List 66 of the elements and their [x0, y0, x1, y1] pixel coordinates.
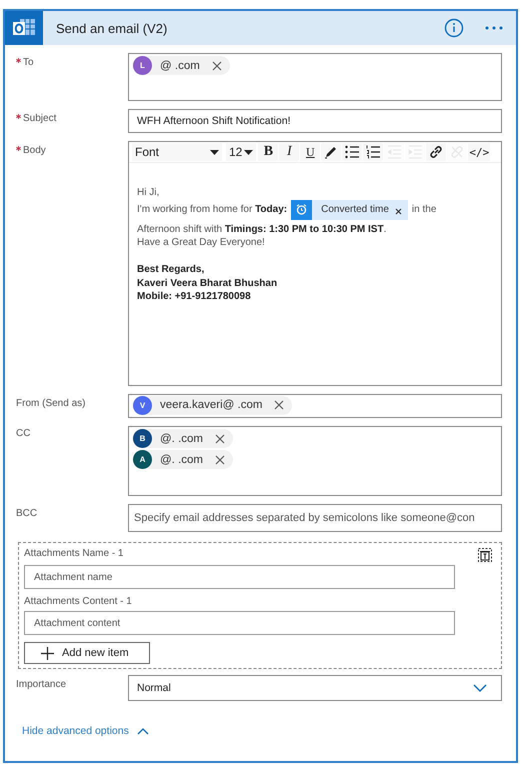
- mail-app-icon: [12, 18, 36, 38]
- avatar: V: [133, 396, 152, 414]
- bold-button[interactable]: B: [258, 143, 278, 161]
- chevron-up-icon: [136, 728, 149, 734]
- to-field[interactable]: L @ .com: [128, 53, 502, 101]
- field-label: BCC: [16, 508, 38, 519]
- cc-field[interactable]: B @. .com A @. .com: [128, 426, 502, 496]
- add-item-button[interactable]: Add new item: [24, 642, 150, 664]
- avatar: B: [133, 429, 152, 448]
- plus-icon: [41, 646, 54, 660]
- recipient-chip[interactable]: A @. .com: [133, 450, 233, 469]
- caret-icon: [210, 150, 219, 154]
- recipient-chip[interactable]: B @. .com: [133, 429, 233, 448]
- from-field[interactable]: V veera.kaveri@ .com: [128, 394, 502, 418]
- field-label: From (Send as): [16, 398, 86, 409]
- body-text-line: Hi Ji,: [137, 186, 160, 200]
- email-address: @. .com: [159, 432, 204, 444]
- body-editor[interactable]: [128, 141, 502, 386]
- caret-icon: [244, 150, 254, 154]
- body-text-line: Have a Great Day Everyone!: [137, 236, 266, 250]
- body-text-line: Kaveri Veera Bharat Bhushan: [137, 276, 278, 290]
- close-icon: [212, 60, 222, 70]
- info-icon[interactable]: [444, 18, 464, 38]
- alarm-clock-icon: [296, 204, 308, 215]
- chevron-down-icon: [473, 684, 487, 692]
- body-text-line: Best Regards,: [137, 263, 206, 276]
- body-text-line: Mobile: +91-9121780098: [137, 290, 252, 304]
- close-icon: [215, 454, 225, 464]
- underline-button[interactable]: U: [300, 143, 320, 161]
- attachment-content-field[interactable]: Attachment content: [24, 611, 455, 635]
- advanced-options-link[interactable]: Hide advanced options: [22, 725, 502, 737]
- italic-button[interactable]: I: [279, 143, 300, 161]
- importance-dropdown[interactable]: Normal: [128, 675, 502, 701]
- field-label: Body: [23, 145, 46, 156]
- field-label: Attachments Name - 1: [24, 548, 124, 559]
- avatar: A: [133, 450, 152, 469]
- card-title: Send an email (V2): [55, 20, 168, 36]
- recipient-chip[interactable]: V veera.kaveri@ .com: [133, 396, 292, 414]
- dynamic-content-token[interactable]: Converted time: [291, 200, 408, 220]
- delete-icon[interactable]: [478, 548, 492, 562]
- subject-field[interactable]: WFH Afternoon Shift Notification!: [128, 109, 502, 133]
- field-label: Attachments Content - 1: [24, 596, 133, 608]
- close-icon: [394, 208, 402, 215]
- body-text-line: Afternoon shift with Timings: 1:30 PM to 10:30 PM IST.: [137, 222, 388, 236]
- body-text: I'm working from home for Today:: [137, 202, 288, 216]
- recipient-chip[interactable]: L @ .com: [133, 56, 230, 75]
- font-dropdown[interactable]: Font: [132, 143, 222, 161]
- field-label: To: [23, 57, 34, 68]
- field-label: Subject: [23, 113, 56, 124]
- body-text: in the: [412, 202, 436, 216]
- attachment-name-field[interactable]: Attachment name: [24, 565, 455, 589]
- email-address: veera.kaveri@ .com: [159, 399, 264, 411]
- bcc-field[interactable]: Specify email addresses separated by semicolons like someone@con: [128, 504, 502, 532]
- field-label: Importance: [16, 679, 66, 690]
- email-address: @ .com: [159, 60, 201, 72]
- size-dropdown[interactable]: 12: [226, 143, 256, 161]
- numbered-list-icon[interactable]: [365, 144, 382, 160]
- email-address: @. .com: [159, 454, 204, 466]
- code-button[interactable]: </>: [468, 143, 490, 161]
- more-icon[interactable]: [484, 25, 504, 31]
- field-label: CC: [16, 428, 30, 439]
- avatar: L: [133, 56, 152, 75]
- close-icon: [215, 434, 225, 444]
- link-icon[interactable]: [428, 144, 444, 160]
- bullet-list-icon[interactable]: [344, 144, 360, 160]
- close-icon: [274, 400, 284, 410]
